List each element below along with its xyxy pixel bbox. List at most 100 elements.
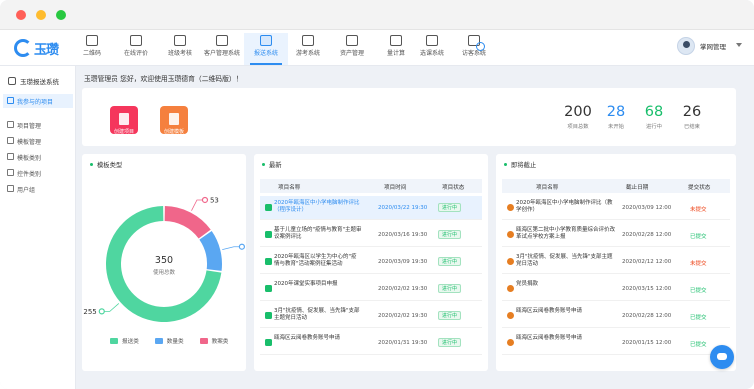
project-name[interactable]: 3月"抗疫情、促发展、当先锋"支部主题党日活动 — [516, 254, 616, 268]
nav-item-0[interactable]: 二维码 — [70, 33, 114, 65]
nav-item-4[interactable]: 报送系统 — [244, 33, 288, 65]
latest-table-header: 项目名称 项目时间 项目状态 — [260, 179, 482, 193]
latest-row[interactable]: 2020年课堂实事项目申报 2020/02/02 19:30 进行中 — [260, 277, 482, 301]
menu-item-icon — [7, 97, 14, 104]
nav-item-9[interactable]: 访客系统 — [452, 33, 496, 65]
legend-item[interactable]: 报送类 — [110, 337, 139, 345]
column-header-name: 项目名称 — [536, 185, 559, 191]
deadline-row[interactable]: 党员捐款 2020/03/15 12:00 已提交 — [502, 277, 730, 301]
customer-icon — [216, 35, 228, 46]
app-window: 玉瓒 二维码 在线评价 班级考核 客户管理系统 报送系统 游考系统 资产管理 量计算 选课系统访… — [0, 0, 754, 389]
user-name[interactable]: 掌网管理 — [700, 41, 726, 51]
project-name[interactable]: 2020年瓯海区中小学电脑制作评比（教学创作） — [516, 200, 616, 214]
nav-item-2[interactable]: 班级考核 — [158, 33, 202, 65]
brand-logo[interactable]: 玉瓒 — [14, 37, 59, 59]
deadline-date: 2020/03/15 12:00 — [622, 286, 672, 292]
donut-slice[interactable] — [199, 231, 223, 271]
evaluation-icon — [130, 35, 142, 46]
maximize-window-button[interactable] — [56, 10, 66, 20]
nav-item-1[interactable]: 在线评价 — [114, 33, 158, 65]
legend-item[interactable]: 数量类 — [154, 337, 184, 345]
legend-swatch — [110, 338, 118, 344]
status-badge: 进行中 — [438, 311, 462, 320]
sidebar-item-label: 模板管理 — [17, 138, 42, 146]
nav-item-label: 客户管理系统 — [203, 50, 240, 57]
course-icon — [426, 35, 438, 46]
legend-item[interactable]: 教案类 — [199, 337, 229, 345]
sidebar-item-4[interactable]: 控件类别 — [3, 166, 73, 180]
latest-row[interactable]: 2020年瓯海区中小学电脑制作评比（程序设计） 2020/03/22 19:30 进… — [260, 196, 482, 220]
sidebar-item-2[interactable]: 模板管理 — [3, 134, 73, 148]
project-name[interactable]: 党员捐款 — [516, 281, 616, 288]
template-icon — [169, 113, 179, 125]
project-icon — [265, 312, 272, 319]
column-header-name: 项目名称 — [278, 185, 301, 191]
project-name[interactable]: 瓯海区云阅卷教务账号申请 — [274, 335, 362, 342]
latest-row[interactable]: 瓯海区云阅卷教务账号申请 2020/01/31 19:30 进行中 — [260, 331, 482, 355]
nav-item-label: 资产管理 — [339, 50, 364, 57]
template-type-donut-chart: 5342255350使用总数 — [83, 196, 245, 322]
window-titlebar — [0, 0, 754, 30]
bullet-icon — [262, 163, 265, 166]
stat-not-started: 28 未开始 — [596, 104, 636, 130]
deadline-date: 2020/01/15 12:00 — [622, 340, 672, 346]
stat-total-value: 200 — [564, 104, 592, 120]
sidebar-item-3[interactable]: 模板类别 — [3, 150, 73, 164]
project-name[interactable]: 2020年瓯海区中小学电脑制作评比（程序设计） — [274, 200, 362, 214]
sidebar-item-5[interactable]: 用户组 — [3, 182, 73, 196]
bullet-icon — [504, 163, 507, 166]
project-icon — [507, 204, 514, 211]
column-header-status: 项目状态 — [442, 185, 465, 191]
legend-label: 数量类 — [166, 339, 184, 345]
project-name[interactable]: 2020年课堂实事项目申报 — [274, 281, 362, 288]
submit-status: 已提交 — [690, 234, 707, 240]
stat-finished: 26 已结束 — [672, 104, 712, 130]
legend-label: 教案类 — [211, 339, 229, 345]
user-avatar[interactable] — [677, 37, 695, 55]
project-name[interactable]: 3月"抗疫情、促发展、当先锋"支部主题党日活动 — [274, 308, 362, 322]
bullet-icon — [90, 163, 93, 166]
menu-item-icon — [7, 185, 14, 192]
deadline-table-header: 项目名称 截止日期 提交状态 — [502, 179, 730, 193]
nav-item-5[interactable]: 游考系统 — [286, 33, 330, 65]
deadline-row[interactable]: 瓯海区云阅卷教务账号申请 2020/02/28 12:00 已提交 — [502, 304, 730, 328]
sidebar-item-0[interactable]: 我参与的项目 — [3, 94, 73, 108]
deadline-row[interactable]: 瓯海区第二批中小学教育质量综合评价改革试点学校方案上报 2020/02/28 12… — [502, 223, 730, 247]
nav-item-label: 报送系统 — [253, 50, 278, 57]
chevron-down-icon[interactable] — [736, 43, 742, 47]
qrcode-icon — [86, 35, 98, 46]
close-window-button[interactable] — [16, 10, 26, 20]
info-icon[interactable] — [476, 42, 485, 51]
nav-item-8[interactable]: 选课系统 — [410, 33, 454, 65]
nav-item-3[interactable]: 客户管理系统 — [200, 33, 244, 65]
sidebar-item-1[interactable]: 项目管理 — [3, 118, 73, 132]
project-name[interactable]: 瓯海区云阅卷教务账号申请 — [516, 308, 616, 315]
minimize-window-button[interactable] — [36, 10, 46, 20]
deadline-row[interactable]: 瓯海区云阅卷教务账号申请 2020/01/15 12:00 已提交 — [502, 331, 730, 355]
latest-row[interactable]: 基于儿童立场的"疫情与教育"主题审议案例评比 2020/03/16 19:30 进行… — [260, 223, 482, 247]
deadline-row[interactable]: 2020年瓯海区中小学电脑制作评比（教学创作） 2020/03/09 12:00 未… — [502, 196, 730, 220]
card-title: 模板类型 — [90, 160, 122, 169]
project-name[interactable]: 基于儿童立场的"疫情与教育"主题审议案例评比 — [274, 227, 362, 241]
donut-slice[interactable] — [164, 206, 211, 239]
create-project-label: 创建项目 — [113, 129, 134, 135]
deadline-row[interactable]: 3月"抗疫情、促发展、当先锋"支部主题党日活动 2020/02/12 12:00 未… — [502, 250, 730, 274]
latest-row[interactable]: 3月"抗疫情、促发展、当先锋"支部主题党日活动 2020/02/02 19:30 进… — [260, 304, 482, 328]
submit-status: 已提交 — [690, 288, 707, 294]
column-header-deadline: 截止日期 — [626, 185, 649, 191]
stat-total: 200 项目总数 — [558, 104, 598, 130]
project-name[interactable]: 2020年瓯海区以学生为中心的"疫情与教育"活动案例征集活动 — [274, 254, 362, 268]
latest-row[interactable]: 2020年瓯海区以学生为中心的"疫情与教育"活动案例征集活动 2020/03/09… — [260, 250, 482, 274]
project-name[interactable]: 瓯海区第二批中小学教育质量综合评价改革试点学校方案上报 — [516, 227, 616, 241]
card-title: 最新 — [262, 160, 282, 169]
create-template-label: 创建模板 — [163, 129, 184, 135]
nav-item-6[interactable]: 资产管理 — [330, 33, 374, 65]
chat-button[interactable] — [710, 345, 734, 369]
sidebar-item-label: 项目管理 — [17, 122, 42, 130]
donut-center-label: 使用总数 — [153, 268, 176, 276]
legend-label: 报送类 — [122, 339, 139, 345]
project-icon — [507, 285, 514, 292]
sidebar-item-label: 我参与的项目 — [17, 98, 54, 106]
project-name[interactable]: 瓯海区云阅卷教务账号申请 — [516, 335, 616, 342]
nav-item-label: 班级考核 — [167, 50, 192, 57]
